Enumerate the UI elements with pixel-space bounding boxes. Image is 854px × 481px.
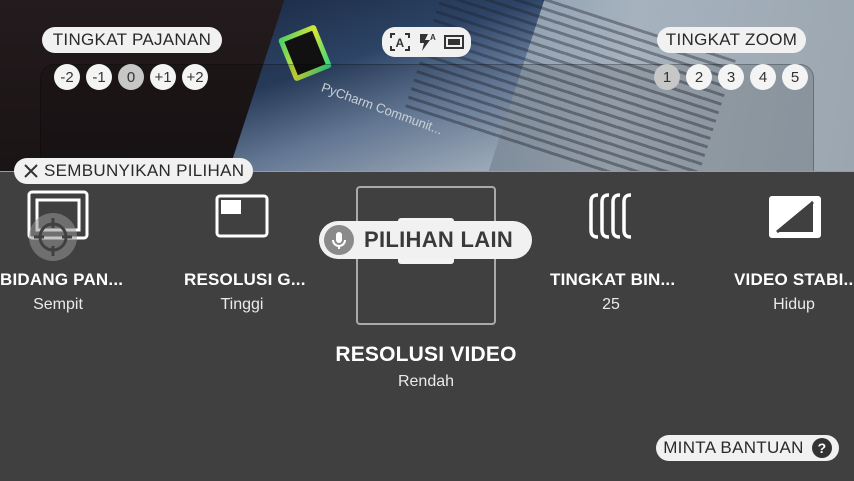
exposure-option[interactable]: -2 [54, 64, 80, 90]
focus-target-icon[interactable] [28, 212, 78, 262]
microphone-icon [324, 225, 354, 255]
hide-options-button[interactable]: SEMBUNYIKAN PILIHAN [14, 158, 253, 184]
help-button[interactable]: MINTA BANTUAN ? [656, 435, 839, 461]
exposure-option-selected[interactable]: 0 [118, 64, 144, 90]
help-label: MINTA BANTUAN [663, 438, 804, 457]
close-icon [24, 164, 38, 178]
option-title: RESOLUSI G... [184, 270, 306, 289]
exposure-option[interactable]: +2 [182, 64, 208, 90]
option-title: RESOLUSI VIDEO [335, 343, 517, 366]
exposure-option[interactable]: +1 [150, 64, 176, 90]
option-value: 25 [602, 296, 620, 313]
svg-text:A: A [429, 33, 435, 42]
zoom-option[interactable]: 4 [750, 64, 776, 90]
video-stabilization-icon [769, 196, 821, 238]
option-title: TINGKAT BIN... [550, 270, 676, 289]
option-value: Sempit [33, 296, 83, 313]
auto-focus-icon[interactable]: A [389, 32, 411, 52]
hide-options-label: SEMBUNYIKAN PILIHAN [44, 161, 245, 180]
zoom-option[interactable]: 2 [686, 64, 712, 90]
aspect-ratio-icon[interactable] [443, 33, 465, 51]
svg-text:?: ? [817, 440, 826, 456]
option-value: Rendah [397, 373, 455, 390]
question-icon: ? [811, 438, 832, 458]
more-options-label: PILIHAN LAIN [364, 227, 514, 252]
option-title: VIDEO STABI... [734, 270, 854, 289]
svg-text:A: A [395, 36, 404, 50]
exposure-option[interactable]: -1 [86, 64, 112, 90]
option-value: Tinggi [220, 296, 264, 313]
zoom-option[interactable]: 5 [782, 64, 808, 90]
option-video-resolution[interactable]: RESOLUSI VIDEO Rendah [326, 343, 526, 391]
auto-flash-icon[interactable]: A [417, 32, 437, 52]
image-resolution-icon [215, 194, 269, 238]
binning-level-icon [589, 193, 632, 239]
zoom-option[interactable]: 3 [718, 64, 744, 90]
option-value: Hidup [773, 296, 815, 313]
quick-toggles: A A [382, 27, 471, 57]
more-options-button[interactable]: PILIHAN LAIN [319, 221, 532, 259]
zoom-level-label: TINGKAT ZOOM [657, 27, 806, 53]
option-title: BIDANG PAN... [0, 270, 124, 289]
zoom-option-selected[interactable]: 1 [654, 64, 680, 90]
exposure-level-label: TINGKAT PAJANAN [42, 27, 222, 53]
